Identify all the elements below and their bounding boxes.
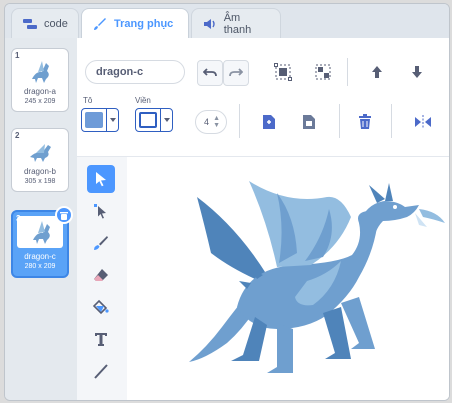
- costume-name: dragon-b: [23, 167, 57, 176]
- speaker-icon: [202, 16, 218, 32]
- tab-sounds[interactable]: Âm thanh: [191, 8, 281, 38]
- paint-editor: Tô Viền 4 ▲▼: [77, 38, 449, 400]
- undo-button[interactable]: [197, 60, 223, 86]
- toolbar-divider: [239, 104, 240, 138]
- tab-code[interactable]: code: [11, 8, 79, 38]
- outline-color-picker[interactable]: [135, 108, 173, 132]
- toolbar-divider: [339, 104, 340, 138]
- eraser-tool[interactable]: [87, 261, 115, 289]
- costume-editor-window: code Trang phục Âm thanh 1 dragon-a 245 …: [4, 3, 450, 401]
- chevron-down-icon: [106, 109, 118, 131]
- trash-icon: [60, 211, 68, 220]
- paintbrush-icon: [94, 236, 108, 250]
- outline-color-swatch: [139, 112, 157, 128]
- text-tool[interactable]: [87, 325, 115, 353]
- costume-number: 3: [16, 214, 21, 223]
- trash-icon: [359, 114, 371, 129]
- paint-bucket-icon: [93, 299, 109, 315]
- tab-costumes-label: Trang phục: [114, 17, 174, 30]
- toolbar-divider: [391, 104, 392, 138]
- redo-button[interactable]: [223, 60, 249, 86]
- ungroup-button[interactable]: [311, 60, 335, 84]
- delete-button[interactable]: [353, 110, 377, 134]
- line-tool[interactable]: [87, 357, 115, 385]
- outline-width-stepper[interactable]: 4 ▲ ▼: [195, 110, 227, 134]
- tab-bar: code Trang phục Âm thanh: [5, 4, 449, 38]
- costume-list: 1 dragon-a 245 x 209 2 dragon-b 305 x 19…: [5, 38, 77, 400]
- dragon-costume-image: [189, 181, 445, 373]
- costume-card-2[interactable]: 2 dragon-b 305 x 198: [11, 128, 69, 192]
- chevron-down-icon: [160, 109, 172, 131]
- costume-size: 305 x 198: [24, 178, 56, 185]
- text-icon: [95, 333, 107, 346]
- costume-number: 1: [15, 51, 20, 60]
- costume-thumbnail: [32, 61, 49, 83]
- ungroup-icon: [315, 64, 331, 80]
- reshape-icon: [94, 204, 106, 219]
- paste-button[interactable]: [297, 110, 321, 134]
- tab-sounds-label: Âm thanh: [223, 11, 252, 36]
- drawing-canvas[interactable]: [127, 157, 449, 400]
- delete-costume-button[interactable]: [55, 206, 73, 224]
- undo-icon: [203, 68, 217, 77]
- costume-card-3[interactable]: 3 dragon-c 280 x 209: [11, 206, 73, 278]
- line-icon: [94, 364, 108, 379]
- costume-name: dragon-a: [23, 87, 57, 96]
- tool-palette: [77, 157, 127, 400]
- brush-icon: [92, 16, 108, 32]
- fill-tool[interactable]: [87, 293, 115, 321]
- backward-button[interactable]: [405, 60, 429, 84]
- flip-horizontal-button[interactable]: [411, 110, 435, 134]
- select-tool[interactable]: [87, 165, 115, 193]
- flip-horizontal-icon: [415, 115, 431, 129]
- group-icon: [274, 63, 292, 81]
- copy-button[interactable]: [257, 110, 281, 134]
- costume-size: 245 x 209: [24, 98, 56, 105]
- eraser-icon: [94, 269, 108, 281]
- forward-button[interactable]: [365, 60, 389, 84]
- costume-number: 2: [15, 131, 20, 140]
- copy-icon: [263, 115, 275, 129]
- fill-color-picker[interactable]: [81, 108, 119, 132]
- group-button[interactable]: [271, 60, 295, 84]
- stepper-arrows-icon: ▲ ▼: [213, 115, 220, 129]
- paste-icon: [303, 115, 315, 129]
- arrow-down-icon: [412, 66, 422, 78]
- arrow-up-icon: [372, 66, 382, 78]
- outline-width-value: 4: [204, 117, 210, 127]
- fill-color-swatch: [85, 112, 103, 128]
- cursor-icon: [96, 172, 106, 187]
- code-icon: [22, 16, 38, 32]
- reshape-tool[interactable]: [87, 197, 115, 225]
- costume-size: 280 x 209: [24, 263, 56, 270]
- tab-costumes[interactable]: Trang phục: [81, 8, 189, 38]
- outline-label: Viền: [135, 96, 151, 105]
- fill-label: Tô: [83, 96, 93, 105]
- tab-code-label: code: [44, 17, 68, 30]
- costume-name: dragon-c: [24, 252, 56, 261]
- costume-card-1[interactable]: 1 dragon-a 245 x 209: [11, 48, 69, 112]
- costume-thumbnail: [30, 144, 51, 162]
- toolbar-divider: [347, 58, 348, 86]
- costume-name-input[interactable]: [85, 60, 185, 84]
- costume-thumbnail: [33, 221, 50, 244]
- brush-tool[interactable]: [87, 229, 115, 257]
- redo-icon: [229, 68, 243, 77]
